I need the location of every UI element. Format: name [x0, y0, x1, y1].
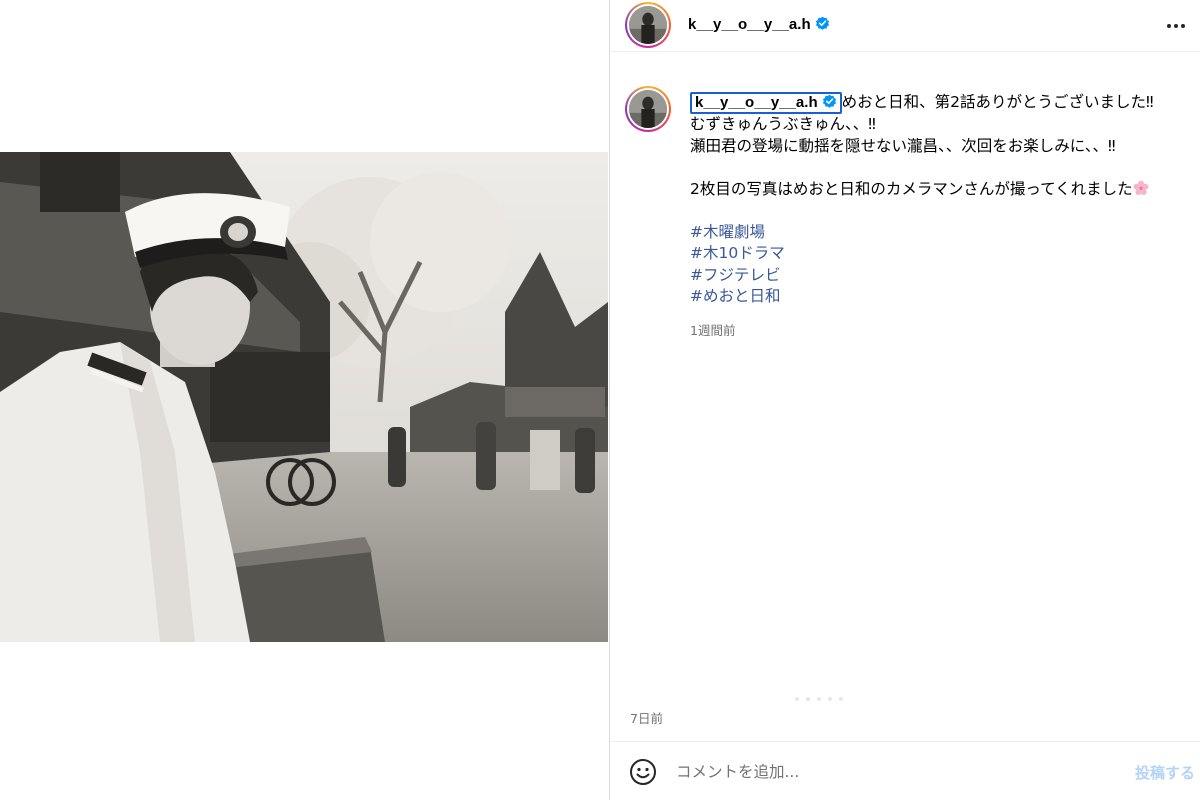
caption-avatar[interactable]: [625, 86, 671, 132]
caption-line-2: むずきゅんうぶきゅん、、‼︎: [690, 115, 876, 133]
username-link[interactable]: k__y__o__y__a.h: [688, 16, 830, 33]
hashtag-link[interactable]: #めおと日和: [690, 286, 1200, 308]
avatar[interactable]: [625, 2, 671, 48]
post-comment-button[interactable]: 投稿する: [1135, 762, 1195, 783]
loading-dots: [795, 697, 845, 701]
media-panel: [0, 0, 609, 800]
post-photo[interactable]: [0, 152, 608, 642]
caption-line-1: めおと日和、第2話ありがとうございました‼︎: [841, 93, 1154, 111]
hashtag-link[interactable]: #フジテレビ: [690, 265, 1200, 287]
caption-line-4: [690, 157, 1200, 179]
caption-text: k__y__o__y__a.h めおと日和、第2話ありがとうございました‼︎ む…: [690, 92, 1200, 308]
hashtag-link[interactable]: #木10ドラマ: [690, 243, 1200, 265]
post-date[interactable]: 7日前: [630, 708, 663, 727]
comment-bar: 投稿する: [610, 742, 1200, 800]
verified-badge-icon: [815, 16, 829, 30]
caption-avatar-image: [629, 90, 667, 128]
caption-line-5: 2枚目の写真はめおと日和のカメラマンさんが撮ってくれました: [690, 179, 1133, 198]
caption-timestamp[interactable]: 1週間前: [690, 320, 735, 339]
caption-line-3: 瀬田君の登場に動揺を隠せない瀧昌、、次回をお楽しみに、、‼︎: [690, 136, 1116, 155]
comment-input[interactable]: [676, 759, 1096, 785]
hashtag-link[interactable]: #木曜劇場: [690, 222, 1200, 244]
post-header: k__y__o__y__a.h: [610, 0, 1200, 52]
avatar-image: [629, 6, 667, 44]
cherry-blossom-icon: [1133, 180, 1149, 195]
verified-badge-icon: [822, 94, 836, 108]
post-side-panel: k__y__o__y__a.h k__y__o__y__a.h めおと日和、第2…: [610, 0, 1200, 800]
more-options-icon[interactable]: [1164, 14, 1188, 38]
username-text: k__y__o__y__a.h: [688, 16, 811, 33]
caption-username-link[interactable]: k__y__o__y__a.h: [690, 92, 842, 114]
post-photo-image: [0, 152, 608, 642]
emoji-icon[interactable]: [629, 758, 657, 786]
caption-username: k__y__o__y__a.h: [695, 94, 818, 111]
